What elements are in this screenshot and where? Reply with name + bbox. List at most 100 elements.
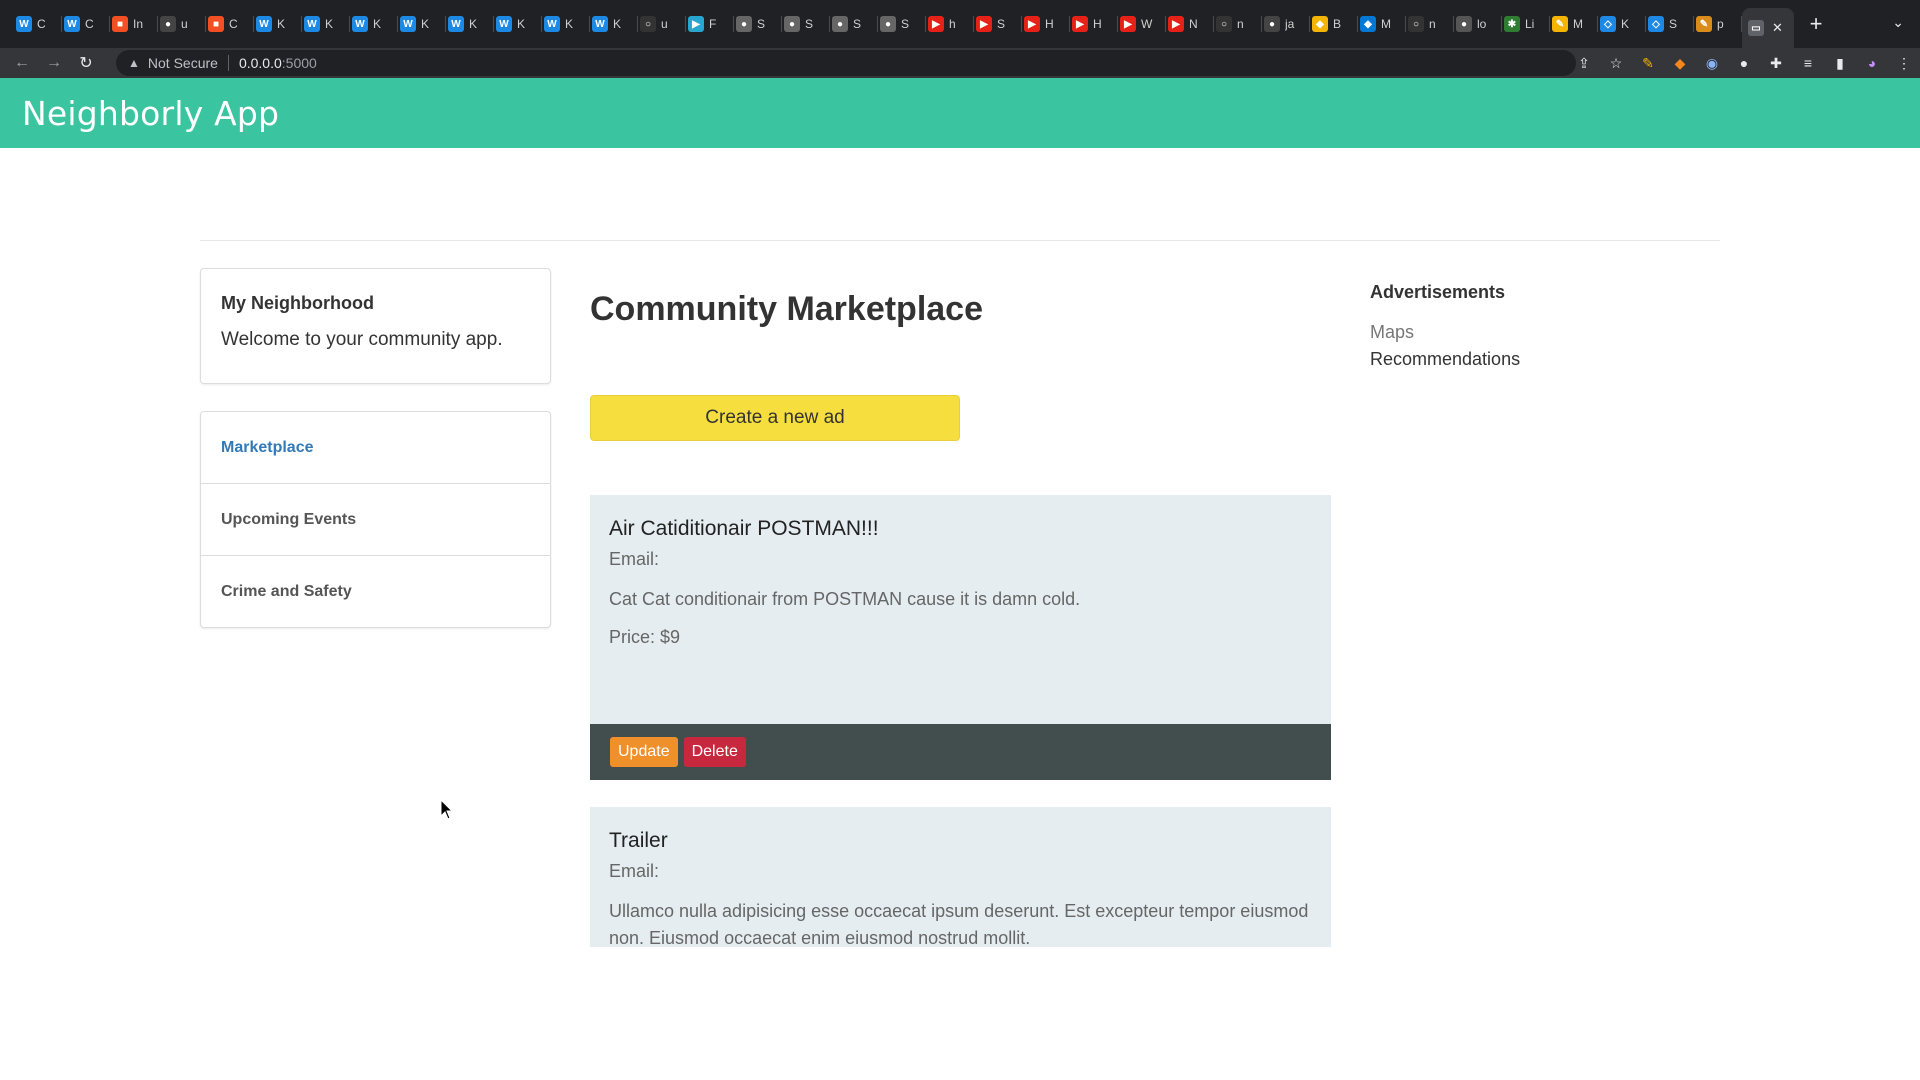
tab-favicon-icon: ○	[1216, 16, 1232, 32]
security-label[interactable]: Not Secure	[148, 55, 218, 71]
tab-favicon-icon: W	[448, 16, 464, 32]
tab-favicon-icon: W	[544, 16, 560, 32]
browser-tab[interactable]: WK	[590, 0, 638, 48]
browser-tab[interactable]: ■ C	[206, 0, 254, 48]
tab-title: p	[1717, 17, 1724, 31]
active-tab[interactable]: ▭ ✕	[1742, 8, 1794, 48]
extensions-puzzle-icon[interactable]: ✚	[1760, 55, 1792, 72]
profile-avatar-icon[interactable]: ◕	[1856, 55, 1888, 71]
tab-title: K	[517, 17, 526, 31]
browser-tab[interactable]: WC	[14, 0, 62, 48]
share-icon[interactable]: ⇪	[1568, 55, 1600, 72]
page-title: Community Marketplace	[590, 290, 983, 328]
browser-tab[interactable]: ✎ p	[1694, 0, 1742, 48]
forward-arrow-icon[interactable]: →	[38, 54, 70, 72]
browser-tab[interactable]: ▶ F	[686, 0, 734, 48]
browser-tab[interactable]: ▶ W	[1118, 0, 1166, 48]
browser-tab[interactable]: WK	[302, 0, 350, 48]
update-button[interactable]: Update	[610, 737, 678, 767]
metamask-fox-icon[interactable]: ◆	[1664, 55, 1696, 72]
browser-tab[interactable]: ✱ Li	[1502, 0, 1550, 48]
browser-tab[interactable]: WC	[62, 0, 110, 48]
browser-tab[interactable]: ● u	[158, 0, 206, 48]
browser-tab[interactable]: WK	[494, 0, 542, 48]
browser-tab[interactable]: ○ u	[638, 0, 686, 48]
brand-title[interactable]: Neighborly App	[22, 94, 279, 133]
tab-title: K	[325, 17, 334, 31]
new-tab-button[interactable]: +	[1798, 11, 1834, 37]
browser-tab[interactable]: ▶ S	[974, 0, 1022, 48]
listing-price: Price: $9	[609, 627, 681, 647]
browser-tab[interactable]: ▶ H	[1070, 0, 1118, 48]
tab-favicon-icon: W	[352, 16, 368, 32]
browser-tab[interactable]: WK	[350, 0, 398, 48]
tab-favicon-icon: W	[256, 16, 272, 32]
browser-tab[interactable]: ● S	[782, 0, 830, 48]
reload-icon[interactable]: ↻	[70, 53, 102, 73]
tab-title: S	[901, 17, 910, 31]
ad-link-maps[interactable]: Maps	[1370, 319, 1520, 346]
close-tab-icon[interactable]: ✕	[1772, 20, 1783, 36]
browser-tab[interactable]: ◇ K	[1598, 0, 1646, 48]
browser-tab[interactable]: ● S	[878, 0, 926, 48]
tab-favicon-icon: ✱	[1504, 16, 1520, 32]
warning-triangle-icon[interactable]: ▲	[128, 56, 140, 70]
sidebar-item-upcoming-events[interactable]: Upcoming Events	[201, 484, 550, 556]
browser-tab[interactable]: ● S	[734, 0, 782, 48]
browser-tab[interactable]: ▶ h	[926, 0, 974, 48]
address-bar[interactable]: ▲ Not Secure 0.0.0.0 :5000	[116, 50, 1576, 76]
sidebar-item-crime-and-safety[interactable]: Crime and Safety	[201, 556, 550, 628]
browser-menu-icon[interactable]: ⋮	[1888, 55, 1920, 72]
tab-title: C	[229, 17, 238, 31]
browser-tab[interactable]: ○ n	[1406, 0, 1454, 48]
tab-title: K	[421, 17, 430, 31]
tab-title: K	[613, 17, 622, 31]
tab-title: B	[1333, 17, 1342, 31]
listing-card: Trailer Email: Ullamco nulla adipisicing…	[590, 807, 1331, 947]
side-panel-icon[interactable]: ▮	[1824, 55, 1856, 72]
window-icon: ▭	[1748, 20, 1764, 36]
tab-favicon-icon: ◇	[1600, 16, 1616, 32]
tab-title: S	[1669, 17, 1678, 31]
ad-link-recommendations[interactable]: Recommendations	[1370, 346, 1520, 373]
browser-tab[interactable]: ✎ M	[1550, 0, 1598, 48]
tab-search-chevron-icon[interactable]: ⌄	[1892, 14, 1904, 31]
browser-tab[interactable]: ● ja	[1262, 0, 1310, 48]
delete-button[interactable]: Delete	[683, 737, 746, 767]
browser-tab[interactable]: ◆ M	[1358, 0, 1406, 48]
bookmark-star-icon[interactable]: ☆	[1600, 55, 1632, 72]
mouse-pointer-icon	[440, 799, 454, 820]
tab-title: S	[997, 17, 1006, 31]
reading-list-icon[interactable]: ≡	[1792, 55, 1824, 71]
browser-tab[interactable]: ▶ N	[1166, 0, 1214, 48]
tab-favicon-icon: ●	[1456, 16, 1472, 32]
back-arrow-icon[interactable]: ←	[6, 54, 38, 72]
extension-circle-icon[interactable]: ◉	[1696, 55, 1728, 72]
listing-title: Air Catiditionair POSTMAN!!!	[609, 517, 879, 540]
tab-favicon-icon: ▶	[1072, 16, 1088, 32]
browser-tab[interactable]: ■ In	[110, 0, 158, 48]
browser-tab[interactable]: WK	[254, 0, 302, 48]
browser-tab[interactable]: ○ n	[1214, 0, 1262, 48]
browser-tab[interactable]: ◆ B	[1310, 0, 1358, 48]
url-port[interactable]: :5000	[282, 55, 317, 71]
browser-tab[interactable]: WK	[542, 0, 590, 48]
browser-tab[interactable]: ◇ S	[1646, 0, 1694, 48]
browser-tab[interactable]: WK	[446, 0, 494, 48]
extension-dark-icon[interactable]: ●	[1728, 55, 1760, 71]
browser-tab[interactable]: WK	[398, 0, 446, 48]
extension-pen-icon[interactable]: ✎	[1632, 55, 1664, 72]
tab-favicon-icon: ▶	[688, 16, 704, 32]
sidebar-item-marketplace[interactable]: Marketplace	[201, 412, 550, 484]
sidebar-nav: Marketplace Upcoming Events Crime and Sa…	[200, 411, 551, 628]
tab-title: W	[1141, 17, 1153, 31]
browser-tab[interactable]: ● S	[830, 0, 878, 48]
app-header: Neighborly App	[0, 78, 1920, 148]
browser-tab[interactable]: ▶ H	[1022, 0, 1070, 48]
tab-title: S	[757, 17, 766, 31]
create-ad-button[interactable]: Create a new ad	[590, 395, 960, 441]
url-host[interactable]: 0.0.0.0	[239, 55, 282, 71]
tab-title: C	[85, 17, 94, 31]
browser-tab[interactable]: ● lo	[1454, 0, 1502, 48]
tab-favicon-icon: W	[592, 16, 608, 32]
